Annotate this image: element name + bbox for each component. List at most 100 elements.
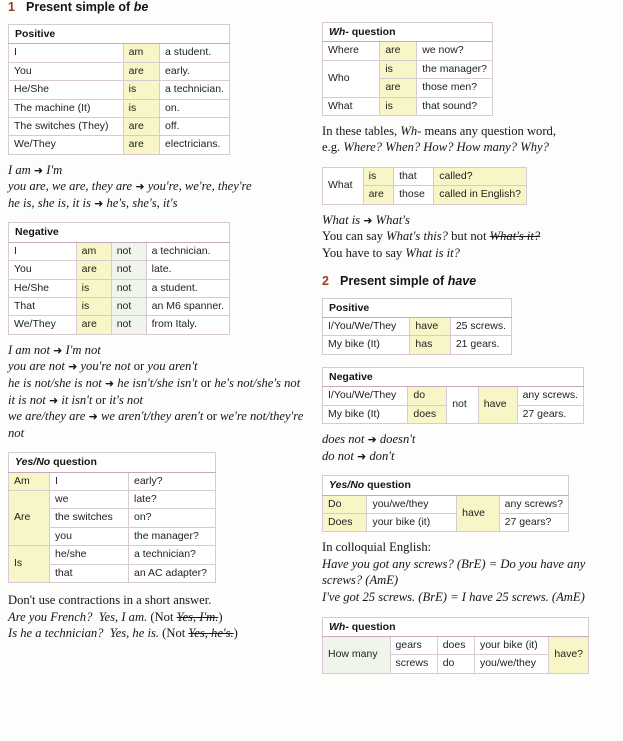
cell-determiner: those <box>393 185 435 205</box>
section-title-emphasis: be <box>133 0 149 14</box>
right-column: Wh- question Where are we now? Who is th… <box>321 0 622 678</box>
table-row: I/You/We/They do not have any screws. <box>321 386 585 424</box>
contraction-short: it isn't <box>61 392 93 407</box>
contraction-short: What's <box>375 212 410 227</box>
cell-question-word: Where <box>321 41 381 61</box>
cell-complement: 25 screws. <box>449 317 513 337</box>
table-header-label: Yes/No question <box>8 452 216 473</box>
what-contraction-notes: What is ➜ What's You can say What's this… <box>322 212 622 262</box>
header-text: question <box>348 620 396 633</box>
left-column: 1 Present simple of be Positive I am a s… <box>8 0 308 653</box>
cell-question-word: What <box>322 167 364 205</box>
example-answer: Yes, I am. <box>98 609 148 624</box>
cell-auxiliary: Is <box>8 545 50 583</box>
note-line: You can say What's this? but not What's … <box>322 228 622 245</box>
section-title-text: Present simple of <box>340 273 448 288</box>
table-have-positive: Positive I/You/We/They have 25 screws. M… <box>321 297 513 355</box>
cell-complement: late. <box>145 260 231 280</box>
table-row: Where are we now? <box>321 41 493 61</box>
note-line: In these tables, Wh- means any question … <box>322 123 622 140</box>
contraction-short: you're not <box>80 359 131 374</box>
note-line: Have you got any screws? (BrE) = Do you … <box>322 556 586 588</box>
cell-verb: are <box>362 185 395 205</box>
contraction-full: I am not <box>8 342 50 357</box>
section-heading-2: 2 Present simple of have <box>322 274 622 288</box>
table-header-label: Wh- question <box>322 21 493 43</box>
cell-subject: you/we/they <box>473 654 550 674</box>
cell-complement: those men? <box>416 78 493 98</box>
table-header-row: Negative <box>8 222 230 243</box>
table-header-label: Negative <box>8 222 230 243</box>
cell-complement: a technician. <box>145 241 231 262</box>
table-row: What is that called? <box>322 167 527 205</box>
cell-complement: any screws? <box>498 494 570 514</box>
cell-complement: a student. <box>159 43 230 63</box>
contraction-short: he's, she's, it's <box>106 195 178 210</box>
conjunction: or <box>200 375 212 390</box>
note-line: What is ➜ What's <box>322 212 622 229</box>
contraction-line: I am ➜ I'm <box>8 162 308 179</box>
cell-auxiliary: do <box>407 386 448 406</box>
cell-complement: on. <box>159 98 230 118</box>
cell-verb: are <box>379 78 418 98</box>
example-question: Are you French? <box>8 609 93 624</box>
grammar-reference-page: 1 Present simple of be Positive I am a s… <box>0 0 623 741</box>
cell-question-word: What <box>321 96 381 116</box>
table-row: He/She is a technician. <box>8 80 230 100</box>
cell-complement: a student. <box>145 278 231 298</box>
cell-complement: any screws. <box>516 386 585 406</box>
colloquial-note: In colloquial English: Have you got any … <box>322 539 622 605</box>
cell-subject: My bike (It) <box>321 404 409 424</box>
incorrect-form: Yes, he's. <box>188 626 234 641</box>
table-row: You are early. <box>8 61 230 82</box>
cell-not: not <box>110 296 147 317</box>
table-header-row: Wh- question <box>322 616 589 638</box>
note-text: e.g. <box>322 140 344 155</box>
cell-complement: late? <box>128 490 216 510</box>
cell-question-word: How many <box>322 636 391 674</box>
table-row: We/They are electricians. <box>8 135 230 155</box>
arrow-icon: ➜ <box>135 180 145 194</box>
cell-complement: early? <box>128 471 216 492</box>
example-question: Is he a technician? <box>8 626 104 641</box>
contraction-line: you are, we are, they are ➜ you're, we'r… <box>8 178 308 195</box>
cell-complement: a technician? <box>128 545 216 565</box>
contraction-full: does not <box>322 431 365 446</box>
table-row: Who is the manager? <box>321 59 493 98</box>
note-line: You have to say What is it? <box>322 245 622 262</box>
conjunction: or <box>206 409 217 424</box>
cell-subject: your bike (it) <box>366 512 458 533</box>
incorrect-form: Yes, I'm. <box>176 609 219 624</box>
arrow-icon: ➜ <box>104 376 115 390</box>
table-row: Am I early? <box>8 471 216 492</box>
contraction-full: he is, she is, it is <box>8 195 91 210</box>
cell-determiner: that <box>393 167 435 187</box>
cell-verb: have <box>456 494 500 533</box>
table-row: That is not an M6 spanner. <box>8 296 231 317</box>
table-header-row: Positive <box>322 297 512 319</box>
header-text: question <box>50 456 97 469</box>
table-have-wh-question: Wh- question How many gears does your bi… <box>322 616 589 674</box>
wh-keyword: Wh- <box>400 123 422 138</box>
note-line: Are you French? Yes, I am. (Not Yes, I'm… <box>8 609 308 626</box>
cell-subject: I/You/We/They <box>321 317 411 337</box>
table-row: The machine (It) is on. <box>8 98 230 118</box>
cell-verb: are <box>122 135 161 155</box>
cell-subject: That <box>8 296 77 317</box>
cell-subject: the switches <box>49 508 129 528</box>
section-heading-1: 1 Present simple of be <box>8 0 308 14</box>
cell-subject: You <box>8 260 77 280</box>
cell-complement: we now? <box>416 41 493 61</box>
cell-complement: an M6 spanner. <box>145 296 231 317</box>
header-text: question <box>364 479 411 492</box>
wh-examples: Where? When? How? How many? Why? <box>343 140 549 155</box>
cell-complement: early. <box>159 61 230 82</box>
contraction-short: we aren't/they aren't <box>100 409 204 424</box>
note-line: In colloquial English: <box>322 539 622 556</box>
cell-verb: is <box>75 278 112 298</box>
cell-complement: 21 gears. <box>449 335 513 355</box>
cell-subject: He/She <box>8 278 77 298</box>
arrow-icon: ➜ <box>94 196 104 210</box>
have-negative-contractions: does not ➜ doesn't do not ➜ don't <box>322 431 622 464</box>
note-text: In these tables, <box>322 123 401 138</box>
